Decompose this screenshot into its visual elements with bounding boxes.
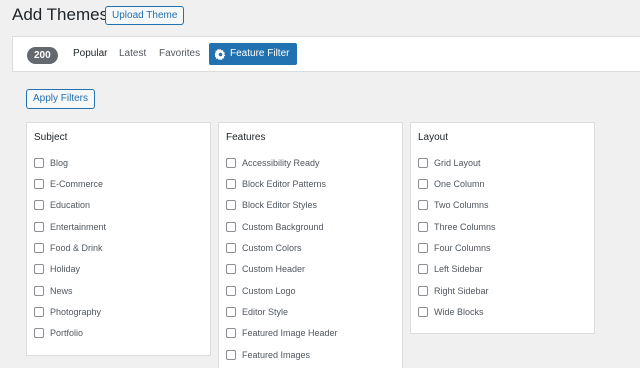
filter-option-editor-style[interactable]: Editor Style [226, 307, 288, 317]
tab-latest[interactable]: Latest [119, 48, 146, 59]
gear-icon [215, 48, 226, 60]
checkbox[interactable] [226, 158, 236, 168]
filter-option-one-column[interactable]: One Column [418, 179, 485, 189]
checkbox[interactable] [226, 307, 236, 317]
checkbox[interactable] [418, 200, 428, 210]
filter-option-custom-colors[interactable]: Custom Colors [226, 243, 302, 253]
filter-option-news[interactable]: News [34, 286, 73, 296]
filter-option-three-columns[interactable]: Three Columns [418, 222, 496, 232]
checkbox[interactable] [418, 264, 428, 274]
checkbox[interactable] [226, 222, 236, 232]
filter-option-block-editor-patterns[interactable]: Block Editor Patterns [226, 179, 326, 189]
checkbox[interactable] [226, 350, 236, 360]
filter-option-blog[interactable]: Blog [34, 158, 68, 168]
checkbox[interactable] [34, 179, 44, 189]
filter-option-four-columns[interactable]: Four Columns [418, 243, 491, 253]
filter-bar: 200 Popular Latest Favorites Feature Fil… [12, 36, 640, 72]
tab-popular[interactable]: Popular [73, 48, 107, 59]
filter-option-photography[interactable]: Photography [34, 307, 101, 317]
checkbox[interactable] [418, 307, 428, 317]
filter-option-portfolio[interactable]: Portfolio [34, 328, 83, 338]
checkbox[interactable] [34, 307, 44, 317]
page-title: Add Themes [12, 5, 109, 24]
layout-filter-group: Layout Grid Layout One Column Two Column… [410, 122, 595, 334]
filter-option-e-commerce[interactable]: E-Commerce [34, 179, 103, 189]
checkbox[interactable] [34, 264, 44, 274]
filter-option-left-sidebar[interactable]: Left Sidebar [418, 264, 483, 274]
tab-favorites[interactable]: Favorites [159, 48, 200, 59]
group-title-subject: Subject [34, 132, 68, 143]
group-title-features: Features [226, 132, 266, 143]
filter-option-custom-header[interactable]: Custom Header [226, 264, 305, 274]
feature-filter-button[interactable]: Feature Filter [209, 43, 298, 65]
checkbox[interactable] [226, 200, 236, 210]
filter-option-right-sidebar[interactable]: Right Sidebar [418, 286, 489, 296]
filter-option-featured-image-header[interactable]: Featured Image Header [226, 328, 338, 338]
features-filter-group: Features Accessibility Ready Block Edito… [218, 122, 403, 368]
subject-filter-group: Subject Blog E-Commerce Education Entert… [26, 122, 211, 356]
filter-option-entertainment[interactable]: Entertainment [34, 222, 106, 232]
filter-option-block-editor-styles[interactable]: Block Editor Styles [226, 200, 317, 210]
checkbox[interactable] [34, 243, 44, 253]
filter-option-education[interactable]: Education [34, 200, 90, 210]
filter-option-custom-logo[interactable]: Custom Logo [226, 286, 296, 296]
checkbox[interactable] [34, 286, 44, 296]
checkbox[interactable] [226, 243, 236, 253]
checkbox[interactable] [34, 158, 44, 168]
checkbox[interactable] [226, 179, 236, 189]
filter-option-accessibility-ready[interactable]: Accessibility Ready [226, 158, 320, 168]
filter-option-holiday[interactable]: Holiday [34, 264, 80, 274]
checkbox[interactable] [418, 243, 428, 253]
filter-option-food-drink[interactable]: Food & Drink [34, 243, 103, 253]
checkbox[interactable] [226, 264, 236, 274]
filter-option-custom-background[interactable]: Custom Background [226, 222, 324, 232]
theme-count-badge: 200 [27, 47, 58, 64]
checkbox[interactable] [418, 286, 428, 296]
filter-option-grid-layout[interactable]: Grid Layout [418, 158, 481, 168]
upload-theme-button[interactable]: Upload Theme [105, 6, 185, 25]
checkbox[interactable] [34, 222, 44, 232]
checkbox[interactable] [226, 328, 236, 338]
filter-option-wide-blocks[interactable]: Wide Blocks [418, 307, 484, 317]
filter-option-two-columns[interactable]: Two Columns [418, 200, 489, 210]
checkbox[interactable] [418, 179, 428, 189]
checkbox[interactable] [418, 222, 428, 232]
feature-filter-label: Feature Filter [230, 48, 290, 59]
filter-option-featured-images[interactable]: Featured Images [226, 350, 310, 360]
group-title-layout: Layout [418, 132, 449, 143]
apply-filters-button[interactable]: Apply Filters [26, 89, 96, 109]
checkbox[interactable] [226, 286, 236, 296]
checkbox[interactable] [34, 200, 44, 210]
checkbox[interactable] [418, 158, 428, 168]
checkbox[interactable] [34, 328, 44, 338]
